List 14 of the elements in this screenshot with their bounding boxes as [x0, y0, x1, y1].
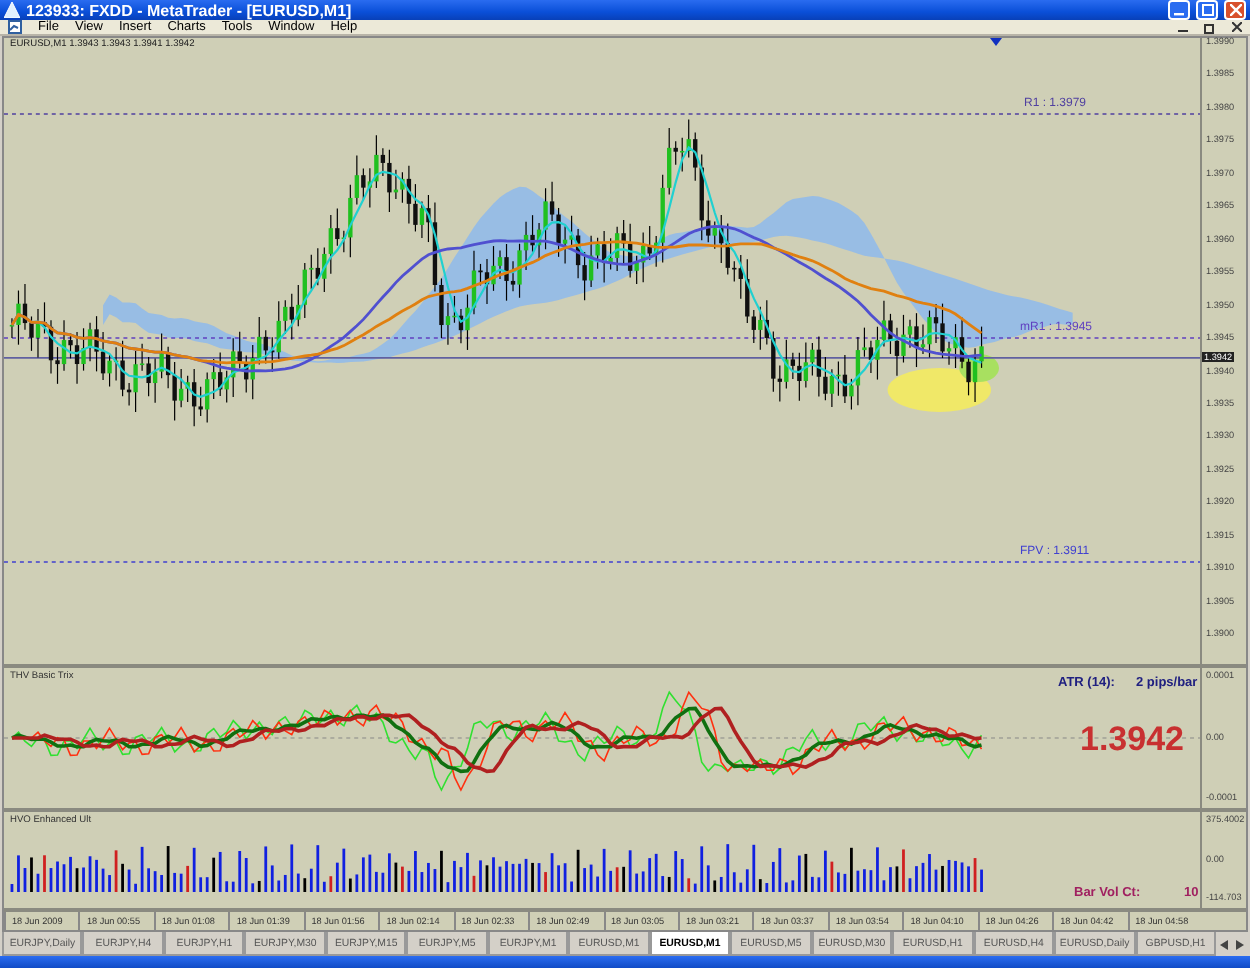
close-button[interactable]: [1224, 0, 1246, 20]
minimize-button[interactable]: [1168, 0, 1190, 20]
highlight-area: [887, 368, 992, 412]
window-title: 123933: FXDD - MetaTrader - [EURUSD,M1]: [26, 1, 354, 19]
chart-icon: [8, 20, 22, 34]
maximize-icon: [1201, 4, 1213, 16]
close-icon[interactable]: [1232, 22, 1242, 32]
big-price: 1.3942: [1080, 720, 1184, 760]
right-arrow-icon: [1236, 939, 1245, 949]
restore-icon[interactable]: [1204, 21, 1216, 33]
maximize-button[interactable]: [1196, 0, 1218, 20]
triangle-marker-icon: [990, 38, 1002, 46]
close-icon: [1229, 4, 1241, 16]
left-arrow-icon: [1220, 939, 1229, 949]
